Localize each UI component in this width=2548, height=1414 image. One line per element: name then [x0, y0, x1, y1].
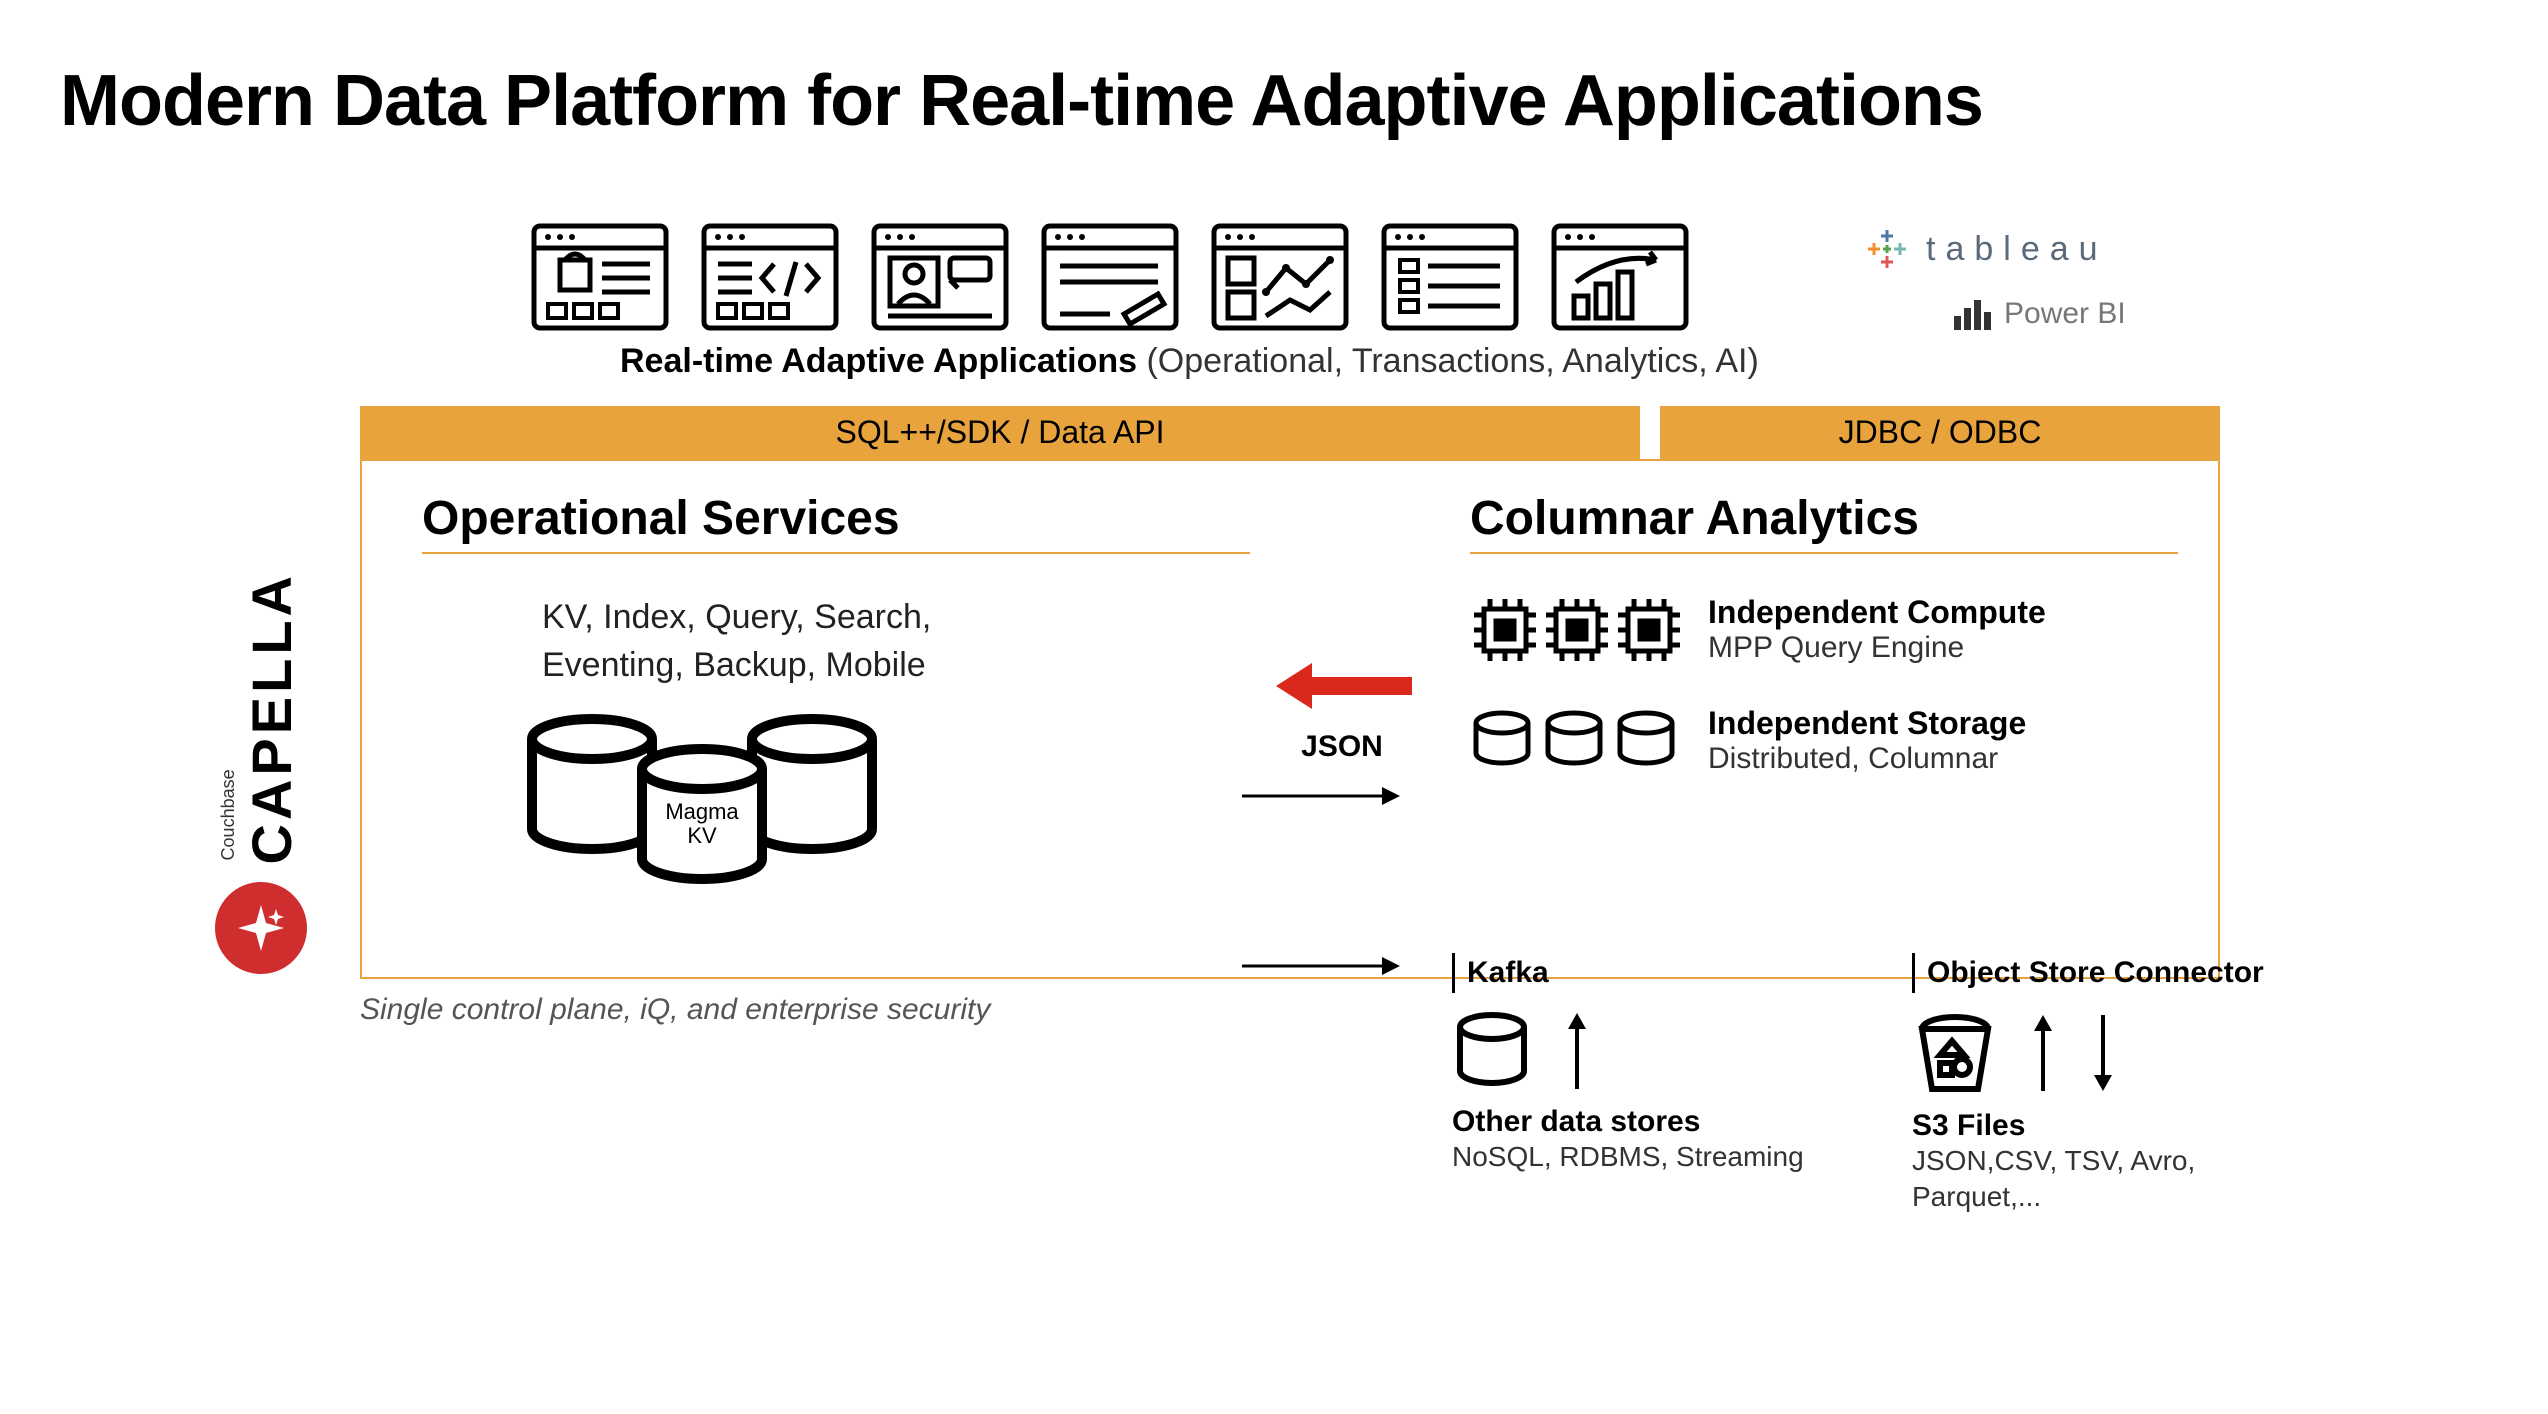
arrow-up-icon — [2028, 1013, 2058, 1093]
couchbase-label: Couchbase — [218, 572, 239, 860]
app-icon-edit — [1040, 222, 1180, 332]
arrow-down-icon — [2088, 1013, 2118, 1093]
operational-heading: Operational Services — [422, 491, 1250, 546]
arrow-up-icon — [1562, 1011, 1592, 1091]
kafka-header: Kafka — [1452, 953, 1812, 993]
storage-row: Independent Storage Distributed, Columna… — [1470, 705, 2178, 776]
apps-caption: Real-time Adaptive Applications (Operati… — [620, 342, 2360, 381]
powerbi-logo: Power BI — [1950, 294, 2260, 334]
divider-line — [422, 552, 1250, 554]
compute-row: Independent Compute MPP Query Engine — [1470, 594, 2178, 665]
analytics-heading: Columnar Analytics — [1470, 491, 2178, 546]
objectstore-header: Object Store Connector — [1912, 953, 2272, 993]
app-icon-dashboard — [1550, 222, 1690, 332]
app-icon-code — [700, 222, 840, 332]
divider-line — [1470, 552, 2178, 554]
objectstore-column: Object Store Connector S3 Files JSON,CSV… — [1912, 953, 2272, 1216]
bucket-icon — [1912, 1011, 1998, 1095]
app-icon-profile — [870, 222, 1010, 332]
objectstore-sub: JSON,CSV, TSV, Avro, Parquet,... — [1912, 1143, 2272, 1216]
datastore-icon — [1452, 1011, 1532, 1091]
magma-label: Magma — [665, 799, 739, 824]
bi-tools-block: tableau Power BI — [1860, 222, 2260, 334]
platform-box: JSON Operational Services KV, Index, Que… — [360, 459, 2220, 979]
kv-label: KV — [687, 823, 717, 848]
storage-title: Independent Storage — [1708, 705, 2026, 742]
capella-spark-icon — [215, 882, 307, 974]
capella-label: CAPELLA — [239, 572, 304, 864]
objectstore-title: S3 Files — [1912, 1109, 2272, 1143]
analytics-column: Columnar Analytics Independent Compute M… — [1290, 461, 2218, 977]
app-icon-list — [1380, 222, 1520, 332]
storage-sub: Distributed, Columnar — [1708, 742, 2026, 776]
api-bar-sql: SQL++/SDK / Data API — [360, 406, 1640, 459]
cylinder-row-icon — [1470, 709, 1680, 773]
compute-sub: MPP Query Engine — [1708, 631, 2046, 665]
app-icon-chart — [1210, 222, 1350, 332]
apps-caption-rest: (Operational, Transactions, Analytics, A… — [1137, 342, 1759, 380]
kafka-title: Other data stores — [1452, 1105, 1812, 1139]
powerbi-label: Power BI — [2004, 297, 2126, 331]
compute-title: Independent Compute — [1708, 594, 2046, 631]
kafka-column: Kafka Other data stores NoSQL, RDBMS, St… — [1452, 953, 1812, 1216]
connectors-block: Kafka Other data stores NoSQL, RDBMS, St… — [1452, 953, 2272, 1216]
operational-column: Operational Services KV, Index, Query, S… — [362, 461, 1290, 977]
api-bar-jdbc: JDBC / ODBC — [1660, 406, 2220, 459]
capella-brand-block: Couchbase CAPELLA — [215, 572, 307, 974]
tableau-label: tableau — [1926, 230, 2108, 269]
architecture-diagram: Couchbase CAPELLA — [360, 222, 2360, 1027]
tableau-logo: tableau — [1860, 222, 2260, 276]
services-line: KV, Index, Query, Search, — [542, 594, 1002, 642]
cpu-icon — [1470, 595, 1680, 665]
kafka-sub: NoSQL, RDBMS, Streaming — [1452, 1139, 1812, 1175]
operational-services-list: KV, Index, Query, Search, Eventing, Back… — [542, 594, 1002, 689]
app-icon-catalog — [530, 222, 670, 332]
apps-caption-bold: Real-time Adaptive Applications — [620, 342, 1137, 380]
storage-cylinders-icon: Magma KV — [512, 709, 1250, 894]
slide-title: Modern Data Platform for Real-time Adapt… — [60, 60, 2488, 142]
services-line: Eventing, Backup, Mobile — [542, 642, 1002, 690]
